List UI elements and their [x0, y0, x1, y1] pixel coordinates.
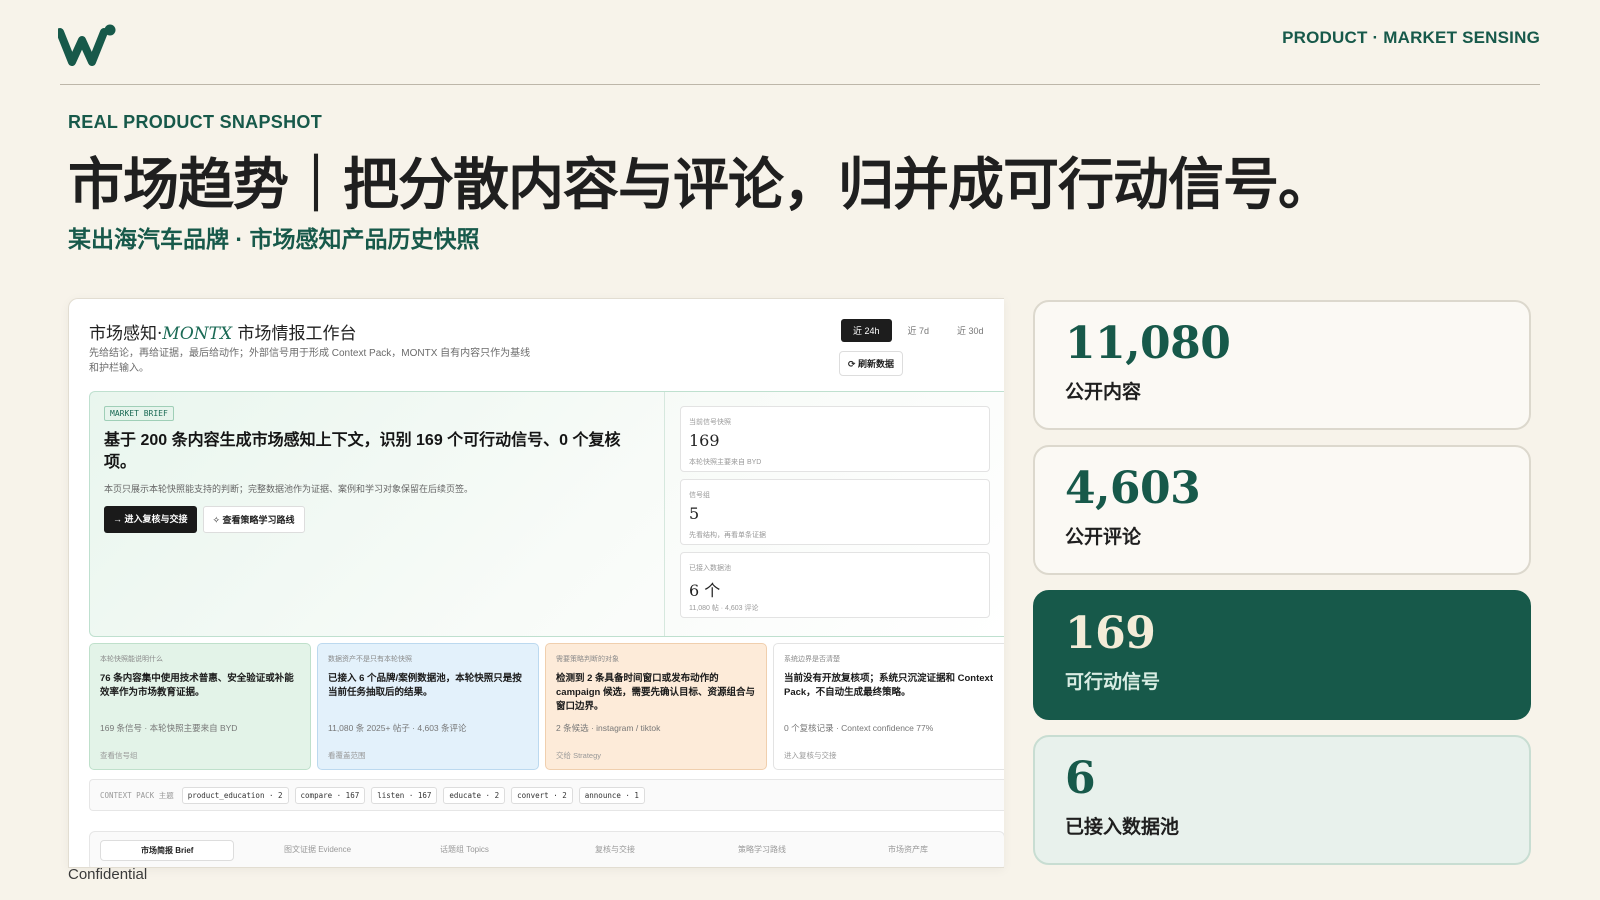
- brief-subtitle: 本页只展示本轮快照能支持的判断；完整数据池作为证据、案例和学习对象保留在后续页签…: [104, 484, 474, 494]
- range-24h[interactable]: 近 24h: [841, 319, 892, 342]
- stat-label: 公开内容: [1065, 382, 1142, 403]
- context-chip[interactable]: compare · 167: [294, 786, 366, 804]
- brand-name: MONTX: [162, 324, 233, 344]
- workbench-tabs: 市场简报 Brief 图文证据 Evidence 话题组 Topics 复核与交…: [89, 831, 1004, 867]
- tab-strategy-route[interactable]: 策略学习路线: [738, 844, 786, 855]
- context-pack-title: CONTEXT PACK 主题: [100, 790, 174, 800]
- review-handoff-button[interactable]: → 进入复核与交接: [104, 506, 197, 533]
- tab-asset-library[interactable]: 市场资产库: [888, 844, 928, 855]
- stat-value: 11,080: [1065, 318, 1231, 369]
- time-range-toggle: 近 24h 近 7d 近 30d: [841, 319, 996, 342]
- stat-value: 4,603: [1065, 463, 1201, 514]
- page-title: 市场趋势｜把分散内容与评论，归并成可行动信号。: [68, 153, 1334, 216]
- insight-card[interactable]: 本轮快照能说明什么 76 条内容集中使用技术普惠、安全验证或补能效率作为市场教育…: [89, 643, 311, 770]
- stat-label: 已接入数据池: [1065, 817, 1180, 838]
- tab-review[interactable]: 复核与交接: [595, 844, 635, 855]
- stat-actionable-signals: 169 可行动信号: [1033, 590, 1531, 720]
- section-label: PRODUCT · MARKET SENSING: [1282, 28, 1540, 47]
- stat-label: 可行动信号: [1065, 672, 1161, 693]
- brief-title: 基于 200 条内容生成市场感知上下文，识别 169 个可行动信号、0 个复核项…: [104, 432, 621, 471]
- page-subtitle: 某出海汽车品牌 · 市场感知产品历史快照: [68, 226, 480, 252]
- brief-summary: MARKET BRIEF 基于 200 条内容生成市场感知上下文，识别 169 …: [90, 392, 665, 636]
- metric-signal-snapshot: 当前信号快照 169 本轮快照主要来自 BYD: [680, 406, 990, 472]
- strategy-route-button[interactable]: ✧ 查看策略学习路线: [202, 506, 305, 533]
- context-chip[interactable]: educate · 2: [443, 786, 506, 804]
- context-chip[interactable]: listen · 167: [371, 786, 438, 804]
- card-link[interactable]: 进入复核与交接: [784, 750, 837, 761]
- card-link[interactable]: 看覆盖范围: [328, 750, 366, 761]
- context-chip[interactable]: product_education · 2: [181, 786, 289, 804]
- stat-public-content: 11,080 公开内容: [1033, 300, 1531, 430]
- card-link[interactable]: 查看信号组: [100, 750, 138, 761]
- market-brief-tag: MARKET BRIEF: [104, 406, 174, 421]
- workbench-title: 市场感知·MONTX 市场情报工作台: [89, 324, 357, 344]
- brand-logo: [58, 24, 116, 66]
- market-brief-panel: MARKET BRIEF 基于 200 条内容生成市场感知上下文，识别 169 …: [89, 391, 1004, 637]
- insight-card[interactable]: 数据资产不是只有本轮快照 已接入 6 个品牌/案例数据池，本轮快照只是按当前任务…: [317, 643, 539, 770]
- metric-signal-groups: 信号组 5 先看结构，再看单条证据: [680, 479, 990, 545]
- stat-value: 169: [1065, 608, 1156, 659]
- tab-evidence[interactable]: 图文证据 Evidence: [284, 844, 351, 855]
- stat-data-pools: 6 已接入数据池: [1033, 735, 1531, 865]
- insight-card[interactable]: 系统边界是否清楚 当前没有开放复核项；系统只沉淀证据和 Context Pack…: [773, 643, 1004, 770]
- refresh-button[interactable]: ⟳ 刷新数据: [839, 351, 904, 376]
- stat-label: 公开评论: [1065, 527, 1142, 548]
- product-screenshot: 市场感知·MONTX 市场情报工作台 先给结论，再给证据，最后给动作；外部信号用…: [68, 298, 1004, 868]
- context-pack-bar: CONTEXT PACK 主题 product_education · 2 co…: [89, 779, 1004, 811]
- range-30d[interactable]: 近 30d: [945, 319, 996, 342]
- insight-cards: 本轮快照能说明什么 76 条内容集中使用技术普惠、安全验证或补能效率作为市场教育…: [89, 643, 1004, 771]
- context-chip[interactable]: convert · 2: [511, 786, 573, 804]
- confidential-footer: Confidential: [68, 866, 148, 883]
- metric-data-pools: 已接入数据池 6 个 11,080 帖 · 4,603 评论: [680, 552, 990, 618]
- tab-brief[interactable]: 市场简报 Brief: [100, 840, 235, 861]
- tab-topics[interactable]: 话题组 Topics: [440, 844, 489, 855]
- kicker: REAL PRODUCT SNAPSHOT: [68, 112, 322, 132]
- stat-value: 6: [1065, 753, 1096, 804]
- stat-public-comments: 4,603 公开评论: [1033, 445, 1531, 575]
- workbench-description: 先给结论，再给证据，最后给动作；外部信号用于形成 Context Pack，MO…: [89, 348, 531, 374]
- header-divider: [60, 84, 1540, 85]
- range-7d[interactable]: 近 7d: [896, 319, 942, 342]
- brief-actions: → 进入复核与交接 ✧ 查看策略学习路线: [104, 506, 305, 533]
- insight-card[interactable]: 需要策略判断的对象 检测到 2 条具备时间窗口或发布动作的 campaign 候…: [545, 643, 767, 770]
- context-chip[interactable]: announce · 1: [578, 786, 645, 804]
- card-link[interactable]: 交给 Strategy: [556, 750, 601, 761]
